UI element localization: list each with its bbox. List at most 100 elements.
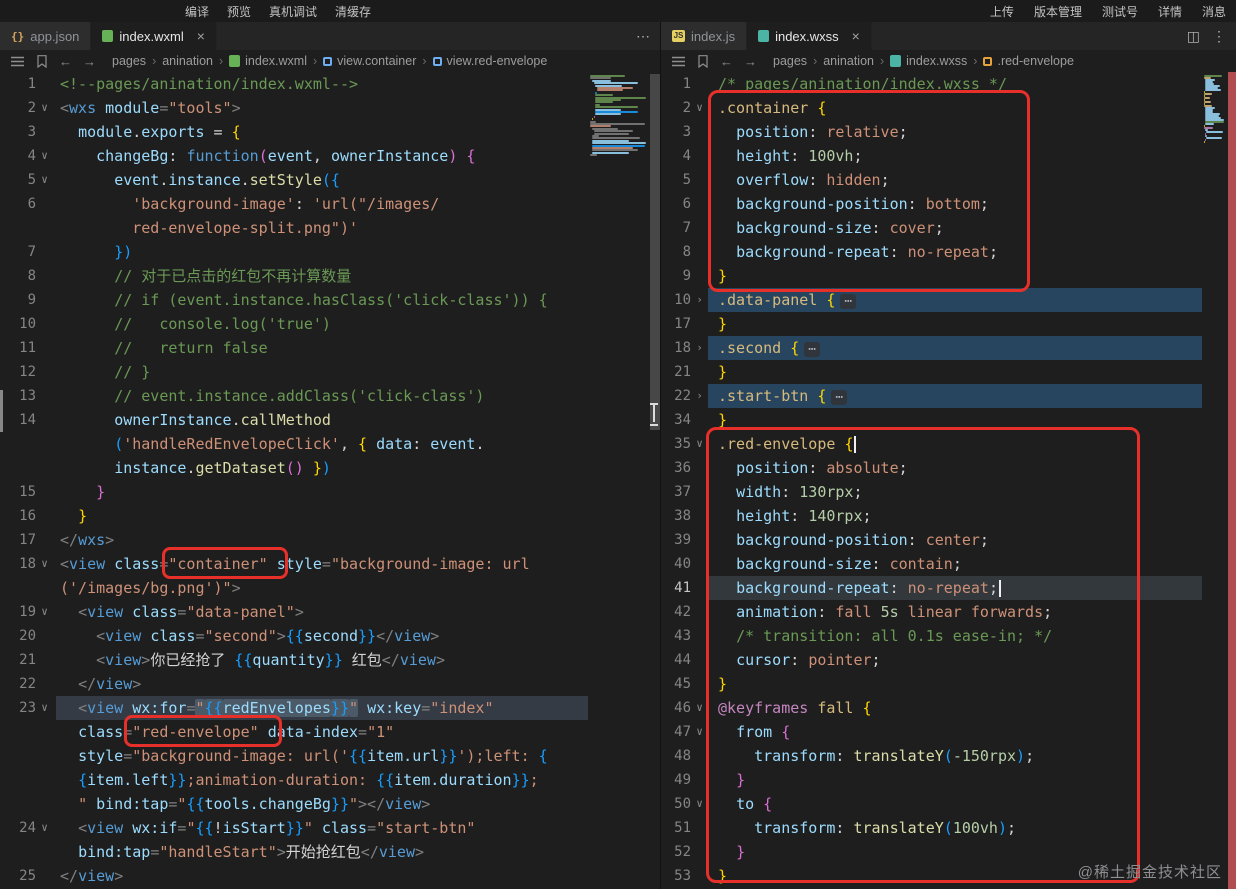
code-line[interactable]: 15 }	[0, 480, 660, 504]
menu-item-版本管理[interactable]: 版本管理	[1034, 3, 1082, 20]
back-arrow-icon[interactable]: ←	[58, 54, 73, 69]
code-line[interactable]: instance.getDataset() })	[0, 456, 660, 480]
code-line[interactable]: 25 </view>	[0, 864, 660, 888]
menu-item-详情[interactable]: 详情	[1158, 3, 1182, 20]
code-line[interactable]: 9 // if (event.instance.hasClass('click-…	[0, 288, 660, 312]
code-line[interactable]: 10 // console.log('true')	[0, 312, 660, 336]
code-line[interactable]: 7 background-size: cover;	[661, 216, 1236, 240]
code-line[interactable]: 12 // }	[0, 360, 660, 384]
code-line[interactable]: 20 <view class="second">{{second}}</view…	[0, 624, 660, 648]
code-line[interactable]: 47 ∨ from {	[661, 720, 1236, 744]
code-line[interactable]: 7 })	[0, 240, 660, 264]
fold-chevron-icon[interactable]: ∨	[36, 696, 53, 720]
code-line[interactable]: 2 ∨ <wxs module="tools">	[0, 96, 660, 120]
code-line[interactable]: 8 background-repeat: no-repeat;	[661, 240, 1236, 264]
code-line[interactable]: 8 // 对于已点击的红包不再计算数量	[0, 264, 660, 288]
bookmark-icon[interactable]	[34, 54, 49, 68]
code-line[interactable]: 46 ∨ @keyframes fall {	[661, 696, 1236, 720]
fold-chevron-icon[interactable]: ∨	[691, 792, 708, 816]
code-line[interactable]: 4 ∨ changeBg: function(event, ownerInstan…	[0, 144, 660, 168]
code-line[interactable]: red-envelope-split.png")'	[0, 216, 660, 240]
fold-chevron-icon[interactable]: ›	[691, 384, 708, 408]
code-line[interactable]: 23 ∨ <view wx:for="{{redEnvelopes}}" wx:k…	[0, 696, 660, 720]
fold-chevron-icon[interactable]: ∨	[691, 96, 708, 120]
breadcrumb-item-index.wxml[interactable]: index.wxml	[229, 54, 307, 68]
tab-index.wxss[interactable]: index.wxss ×	[747, 22, 872, 50]
breadcrumb-item-view.red-envelope[interactable]: view.red-envelope	[432, 54, 547, 68]
code-line[interactable]: " bind:tap="{{tools.changeBg}}"></view>	[0, 792, 660, 816]
scrollbar[interactable]	[650, 74, 660, 430]
menu-item-消息[interactable]: 消息	[1202, 3, 1226, 20]
code-line[interactable]: 42 animation: fall 5s linear forwards;	[661, 600, 1236, 624]
menu-item-编译[interactable]: 编译	[185, 3, 209, 20]
breadcrumb-item-.red-envelope[interactable]: .red-envelope	[983, 54, 1074, 68]
code-line[interactable]: 14 ownerInstance.callMethod	[0, 408, 660, 432]
code-line[interactable]: 9}	[661, 264, 1236, 288]
code-line[interactable]: 38 height: 140rpx;	[661, 504, 1236, 528]
code-line[interactable]: style="background-image: url('{{item.url…	[0, 744, 660, 768]
code-line[interactable]: 40 background-size: contain;	[661, 552, 1236, 576]
code-line[interactable]: 3 position: relative;	[661, 120, 1236, 144]
code-line[interactable]: 22 › .start-btn {⋯	[661, 384, 1236, 408]
code-line[interactable]: 18 › .second {⋯	[661, 336, 1236, 360]
fold-chevron-icon[interactable]: ∨	[36, 552, 53, 576]
code-line[interactable]: 1 <!--pages/anination/index.wxml-->	[0, 72, 660, 96]
forward-arrow-icon[interactable]: →	[743, 54, 758, 69]
tab-index.js[interactable]: JS index.js	[661, 22, 748, 50]
code-line[interactable]: 4 height: 100vh;	[661, 144, 1236, 168]
fold-chevron-icon[interactable]: ›	[691, 288, 708, 312]
fold-chevron-icon[interactable]: ∨	[691, 696, 708, 720]
menu-item-真机调试[interactable]: 真机调试	[269, 3, 317, 20]
more-tabs-icon[interactable]: ⋯	[636, 28, 650, 45]
fold-chevron-icon[interactable]: ∨	[36, 144, 53, 168]
code-line[interactable]: 50 ∨ to {	[661, 792, 1236, 816]
fold-chevron-icon[interactable]: ∨	[36, 168, 53, 192]
code-line[interactable]: 48 transform: translateY(-150rpx);	[661, 744, 1236, 768]
code-line[interactable]: 45}	[661, 672, 1236, 696]
code-line[interactable]: 5 overflow: hidden;	[661, 168, 1236, 192]
bookmark-icon[interactable]	[695, 54, 710, 68]
code-line[interactable]: 24 ∨ <view wx:if="{{!isStart}}" class="st…	[0, 816, 660, 840]
code-line[interactable]: 13 // event.instance.addClass('click-cla…	[0, 384, 660, 408]
code-line[interactable]: 35 ∨ .red-envelope {	[661, 432, 1236, 456]
split-editor-icon[interactable]: ◫	[1187, 28, 1200, 45]
code-line[interactable]: 6 background-position: bottom;	[661, 192, 1236, 216]
code-line[interactable]: 11 // return false	[0, 336, 660, 360]
scrollbar[interactable]	[1228, 72, 1236, 889]
code-line[interactable]: 44 cursor: pointer;	[661, 648, 1236, 672]
code-line[interactable]: 5 ∨ event.instance.setStyle({	[0, 168, 660, 192]
menu-item-预览[interactable]: 预览	[227, 3, 251, 20]
code-line[interactable]: 6 'background-image': 'url("/images/	[0, 192, 660, 216]
breadcrumb-item-pages[interactable]: pages	[773, 54, 807, 68]
tab-app.json[interactable]: {} app.json	[0, 22, 92, 50]
code-line[interactable]: 17}	[661, 312, 1236, 336]
menu-item-测试号[interactable]: 测试号	[1102, 3, 1138, 20]
breadcrumb-item-anination[interactable]: anination	[162, 54, 213, 68]
code-line[interactable]: 39 background-position: center;	[661, 528, 1236, 552]
code-line[interactable]: class="red-envelope" data-index="1"	[0, 720, 660, 744]
close-icon[interactable]: ×	[197, 28, 205, 44]
code-line[interactable]: 43 /* transition: all 0.1s ease-in; */	[661, 624, 1236, 648]
close-icon[interactable]: ×	[852, 28, 860, 44]
code-editor-wxss[interactable]: 1/* pages/anination/index.wxss */2 ∨ .cont…	[661, 72, 1236, 889]
code-line[interactable]: 10 › .data-panel {⋯	[661, 288, 1236, 312]
code-editor-wxml[interactable]: 1 <!--pages/anination/index.wxml--> 2 ∨ <wxs…	[0, 72, 660, 889]
tab-index.wxml[interactable]: index.wxml ×	[91, 22, 217, 50]
code-line[interactable]: {item.left}};animation-duration: {{item.…	[0, 768, 660, 792]
code-line[interactable]: 19 ∨ <view class="data-panel">	[0, 600, 660, 624]
menu-item-上传[interactable]: 上传	[990, 3, 1014, 20]
breadcrumb-item-pages[interactable]: pages	[112, 54, 146, 68]
code-line[interactable]: 49 }	[661, 768, 1236, 792]
outline-icon[interactable]	[671, 56, 686, 67]
breadcrumb-item-view.container[interactable]: view.container	[323, 54, 416, 68]
code-line[interactable]: bind:tap="handleStart">开始抢红包</view>	[0, 840, 660, 864]
fold-chevron-icon[interactable]: ∨	[691, 720, 708, 744]
code-line[interactable]: 2 ∨ .container {	[661, 96, 1236, 120]
more-actions-icon[interactable]: ⋮	[1212, 28, 1226, 45]
code-line[interactable]: 36 position: absolute;	[661, 456, 1236, 480]
back-arrow-icon[interactable]: ←	[719, 54, 734, 69]
breadcrumb-item-index.wxss[interactable]: index.wxss	[890, 54, 967, 68]
code-line[interactable]: ('handleRedEnvelopeClick', { data: event…	[0, 432, 660, 456]
fold-chevron-icon[interactable]: ∨	[36, 96, 53, 120]
fold-chevron-icon[interactable]: ›	[691, 336, 708, 360]
